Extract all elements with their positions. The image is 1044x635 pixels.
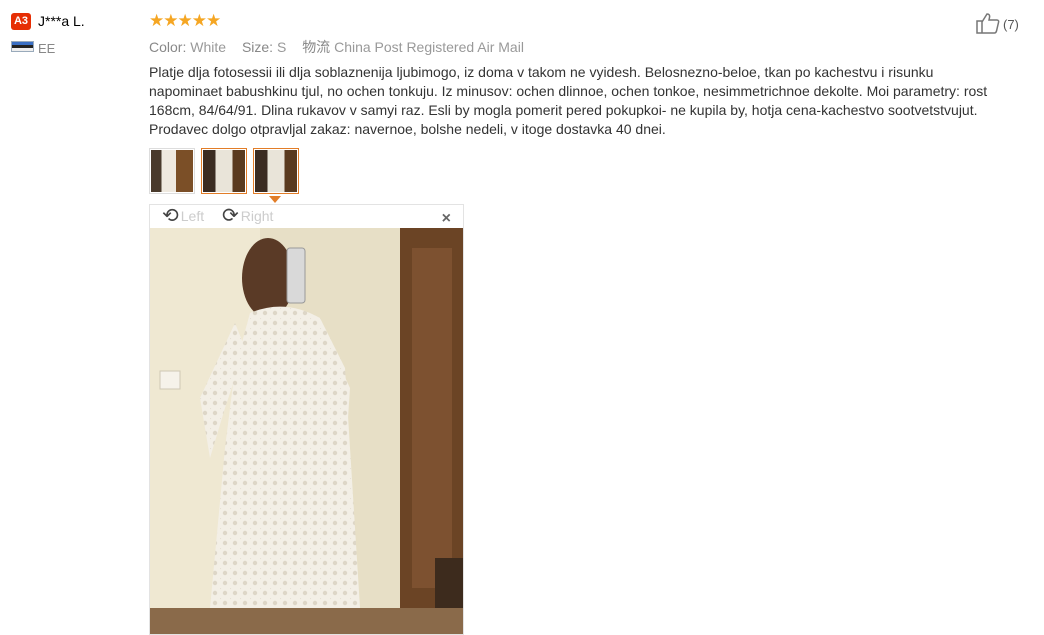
avatar-badge: A3 [11, 13, 31, 30]
viewer-toolbar: ⟲ Left ⟳ Right × [150, 205, 463, 227]
star-rating: ★★★★★ [149, 11, 221, 30]
review-text: Platje dlja fotosessii ili dlja soblazne… [149, 64, 988, 137]
rotate-left-label: Left [180, 208, 205, 224]
review-photo [150, 228, 463, 634]
rotate-right-button[interactable]: ⟳ Right [222, 206, 273, 226]
helpful-button[interactable]: (7) [975, 12, 1019, 37]
country-flag-icon [11, 41, 34, 52]
logistics-value: China Post Registered Air Mail [334, 39, 524, 55]
color-label: Color: [149, 39, 187, 55]
helpful-count: (7) [1003, 17, 1019, 32]
user-country: EE [38, 41, 56, 56]
rotate-right-icon: ⟳ [222, 205, 239, 227]
rotate-left-icon: ⟲ [162, 205, 179, 227]
selected-thumbnail-caret [269, 196, 281, 203]
image-viewer: ⟲ Left ⟳ Right × [149, 204, 464, 635]
review-thumbnail[interactable] [253, 148, 299, 194]
user-name: J***a L. [38, 13, 85, 29]
review-thumbnail[interactable] [201, 148, 247, 194]
thumbs-up-icon [975, 12, 1001, 37]
order-attributes: Color: White Size: S 物流 China Post Regis… [149, 37, 536, 57]
rotate-right-label: Right [240, 208, 274, 224]
review-thumbnails [149, 148, 299, 194]
close-icon[interactable]: × [442, 210, 451, 228]
size-value: S [276, 39, 287, 55]
color-value: White [190, 39, 227, 55]
size-label: Size: [241, 39, 274, 55]
review-thumbnail[interactable] [149, 148, 195, 194]
logistics-label: 物流 [302, 39, 331, 55]
rotate-left-button[interactable]: ⟲ Left [162, 206, 204, 226]
